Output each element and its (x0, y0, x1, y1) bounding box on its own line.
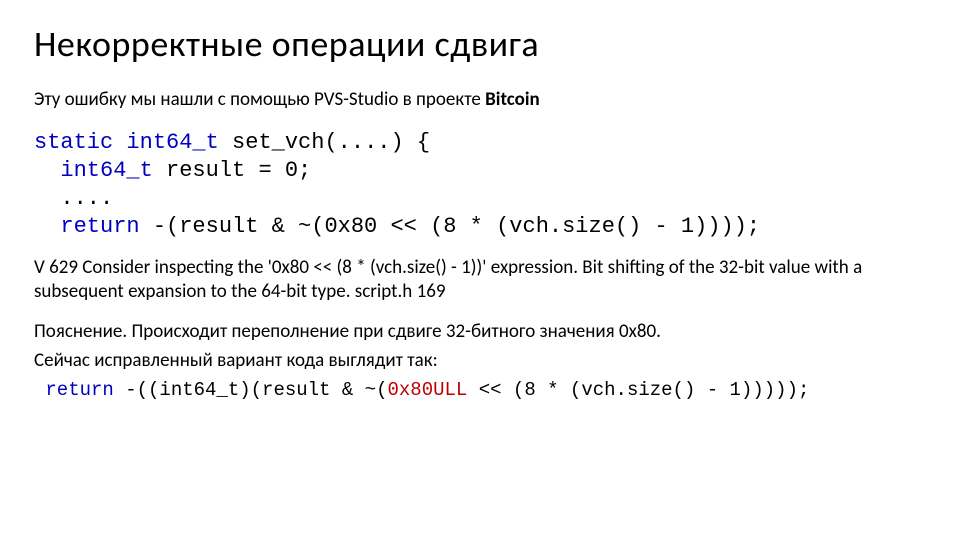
code-text: -(result & ~(0x80 << (8 * (vch.size() - … (140, 214, 761, 239)
code-highlight: 0x80ULL (387, 379, 467, 401)
subtitle-text: Эту ошибку мы нашли с помощью PVS-Studio… (34, 88, 485, 111)
code-keyword: return (45, 379, 113, 401)
code-text: .... (34, 186, 113, 211)
diagnostic-text: V 629 Consider inspecting the '0x80 << (… (34, 256, 926, 305)
code-block: static int64_t set_vch(....) { int64_t r… (34, 129, 926, 242)
slide-title: Некорректные операции сдвига (34, 22, 926, 66)
fixed-code: return -((int64_t)(result & ~(0x80ULL <<… (34, 378, 926, 403)
subtitle-bold: Bitcoin (485, 88, 540, 111)
code-keyword: static (34, 130, 113, 155)
code-text: << (8 * (vch.size() - 1))))); (467, 379, 809, 401)
code-text: set_vch(....) { (219, 130, 430, 155)
code-text: -((int64_t)(result & ~( (114, 379, 388, 401)
code-keyword: int64_t (126, 130, 218, 155)
code-text: result = 0; (153, 158, 311, 183)
slide-subtitle: Эту ошибку мы нашли с помощью PVS-Studio… (34, 88, 926, 111)
code-keyword: int64_t (60, 158, 152, 183)
explanation-line: Сейчас исправленный вариант кода выгляди… (34, 349, 926, 374)
slide: Некорректные операции сдвига Эту ошибку … (0, 0, 960, 412)
code-keyword: return (60, 214, 139, 239)
explanation-line: Пояснение. Происходит переполнение при с… (34, 320, 926, 345)
